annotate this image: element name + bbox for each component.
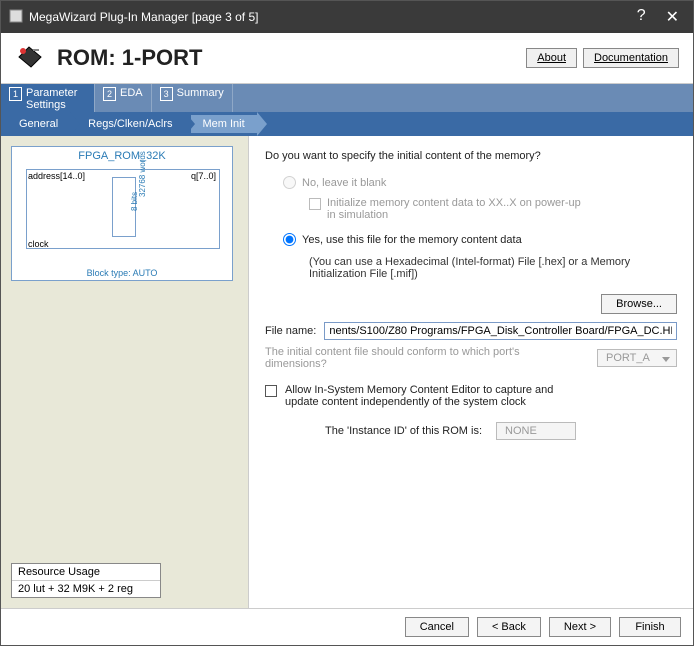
right-panel: Do you want to specify the initial conte… bbox=[249, 136, 693, 608]
radio-yes-label: Yes, use this file for the memory conten… bbox=[302, 234, 522, 246]
port-select-value: PORT_A bbox=[606, 352, 650, 364]
init-xx-checkbox-row: Initialize memory content data to XX..X … bbox=[309, 197, 677, 221]
allow-editor-checkbox[interactable] bbox=[265, 385, 277, 397]
radio-yes[interactable] bbox=[283, 233, 296, 246]
resource-usage-box: Resource Usage 20 lut + 32 M9K + 2 reg bbox=[11, 563, 161, 598]
footer: Cancel < Back Next > Finish bbox=[1, 608, 693, 645]
subtab-mem-init[interactable]: Mem Init bbox=[191, 115, 257, 133]
sub-tabs: General Regs/Clken/Aclrs Mem Init bbox=[1, 112, 693, 136]
radio-no-label: No, leave it blank bbox=[302, 177, 386, 189]
schematic-preview: FPGA_ROM_32K address[14..0] q[7..0] cloc… bbox=[11, 146, 233, 281]
about-button[interactable]: About bbox=[526, 48, 577, 68]
instance-id-label: The 'Instance ID' of this ROM is: bbox=[325, 425, 482, 437]
pin-q: q[7..0] bbox=[191, 171, 216, 181]
cancel-button[interactable]: Cancel bbox=[405, 617, 469, 637]
titlebar: MegaWizard Plug-In Manager [page 3 of 5]… bbox=[1, 1, 693, 33]
subtab-general[interactable]: General bbox=[7, 115, 70, 133]
window-title: MegaWizard Plug-In Manager [page 3 of 5] bbox=[29, 10, 258, 24]
main-tabs: 1 Parameter Settings 2 EDA 3 Summary bbox=[1, 84, 693, 112]
tab-summary[interactable]: 3 Summary bbox=[152, 84, 233, 112]
tab-eda[interactable]: 2 EDA bbox=[95, 84, 152, 112]
block-type-label: Block type: AUTO bbox=[12, 268, 232, 278]
port-question: The initial content file should conform … bbox=[265, 346, 535, 370]
init-xx-checkbox bbox=[309, 198, 321, 210]
back-button[interactable]: < Back bbox=[477, 617, 541, 637]
wizard-icon bbox=[15, 43, 45, 73]
pin-address: address[14..0] bbox=[28, 171, 85, 181]
chevron-right-icon bbox=[185, 112, 195, 136]
documentation-button[interactable]: Documentation bbox=[583, 48, 679, 68]
instance-id-value: NONE bbox=[496, 422, 576, 440]
close-icon[interactable]: ✕ bbox=[666, 7, 679, 27]
body: FPGA_ROM_32K address[14..0] q[7..0] cloc… bbox=[1, 136, 693, 608]
allow-editor-label: Allow In-System Memory Content Editor to… bbox=[285, 384, 585, 408]
init-xx-label: Initialize memory content data to XX..X … bbox=[327, 197, 587, 221]
file-format-hint: (You can use a Hexadecimal (Intel-format… bbox=[309, 256, 649, 280]
pin-clock: clock bbox=[28, 239, 49, 249]
chevron-right-icon bbox=[257, 112, 267, 136]
chevron-right-icon bbox=[70, 112, 80, 136]
app-icon bbox=[9, 9, 23, 26]
radio-no-row[interactable]: No, leave it blank bbox=[283, 176, 677, 189]
left-panel: FPGA_ROM_32K address[14..0] q[7..0] cloc… bbox=[1, 136, 249, 608]
filename-label: File name: bbox=[265, 325, 316, 337]
mem-words-label: 32768 words bbox=[138, 151, 147, 197]
next-button[interactable]: Next > bbox=[549, 617, 611, 637]
help-icon[interactable]: ? bbox=[637, 7, 646, 27]
tab-parameter-settings[interactable]: 1 Parameter Settings bbox=[1, 84, 95, 112]
wizard-window: MegaWizard Plug-In Manager [page 3 of 5]… bbox=[0, 0, 694, 646]
radio-no[interactable] bbox=[283, 176, 296, 189]
resource-title: Resource Usage bbox=[12, 564, 160, 581]
page-title: ROM: 1-PORT bbox=[57, 45, 202, 71]
resource-value: 20 lut + 32 M9K + 2 reg bbox=[12, 581, 160, 597]
browse-button[interactable]: Browse... bbox=[601, 294, 677, 314]
header: ROM: 1-PORT About Documentation bbox=[1, 33, 693, 84]
radio-yes-row[interactable]: Yes, use this file for the memory conten… bbox=[283, 233, 677, 246]
finish-button[interactable]: Finish bbox=[619, 617, 681, 637]
init-content-question: Do you want to specify the initial conte… bbox=[265, 150, 677, 162]
port-select: PORT_A bbox=[597, 349, 677, 367]
filename-input[interactable] bbox=[324, 322, 677, 340]
subtab-regs[interactable]: Regs/Clken/Aclrs bbox=[76, 115, 184, 133]
module-name: FPGA_ROM_32K bbox=[12, 147, 232, 162]
